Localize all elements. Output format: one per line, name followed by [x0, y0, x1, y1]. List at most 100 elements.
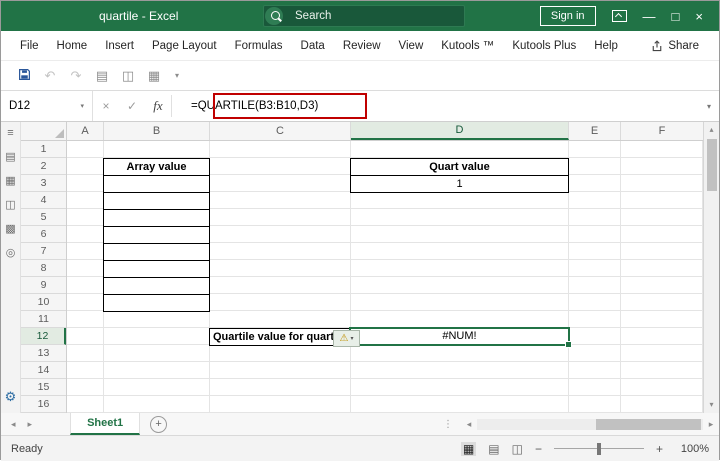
- normal-view-icon[interactable]: ▦: [460, 441, 477, 456]
- row-header[interactable]: 11: [21, 311, 66, 328]
- result-value: #NUM!: [442, 330, 477, 342]
- customize-qat-dropdown-icon[interactable]: ▾: [175, 71, 179, 80]
- tab-splitter-icon[interactable]: ⋮: [443, 419, 453, 430]
- row-header[interactable]: 5: [21, 209, 66, 226]
- vertical-scrollbar[interactable]: ▴ ▾: [703, 122, 719, 413]
- row-header[interactable]: 7: [21, 243, 66, 260]
- ribbon-tab[interactable]: Help: [585, 31, 627, 60]
- page-break-view-icon[interactable]: ◫: [512, 443, 523, 455]
- horizontal-scrollbar[interactable]: ⋮ ◂ ▸: [443, 413, 719, 435]
- name-box-dropdown-icon[interactable]: ▾: [80, 102, 84, 110]
- fill-handle[interactable]: [565, 341, 572, 348]
- sheet-tabs-bar: ◂ ▸ Sheet1 + ⋮ ◂ ▸: [1, 413, 719, 435]
- cancel-icon[interactable]: ×: [93, 91, 119, 121]
- column-header[interactable]: F: [621, 122, 703, 140]
- print-preview-icon[interactable]: ▤: [89, 68, 115, 84]
- undo-icon[interactable]: ↶: [37, 68, 63, 84]
- search-box[interactable]: Search: [263, 5, 465, 27]
- previous-sheet-icon[interactable]: ◂: [11, 419, 16, 430]
- zoom-slider-thumb[interactable]: [596, 442, 601, 455]
- horizontal-scroll-track[interactable]: [477, 418, 703, 430]
- restore-button[interactable]: □: [672, 10, 680, 23]
- scroll-up-icon[interactable]: ▴: [709, 122, 713, 138]
- array-value-table[interactable]: Array value: [103, 158, 210, 312]
- smart-tag-dropdown-icon[interactable]: ▾: [350, 336, 353, 342]
- name-box-value: D12: [9, 100, 31, 112]
- ribbon-tab[interactable]: File: [11, 31, 48, 60]
- ribbon-display-options-icon[interactable]: [611, 10, 627, 22]
- row-header[interactable]: 16: [21, 396, 66, 413]
- sheet-body[interactable]: 1 2 3 4 5 6 7 8 9 10 11 12 13 14 15 16 Array value Quar…: [21, 141, 703, 413]
- quart-value-table[interactable]: Quart value 1: [350, 158, 569, 193]
- redo-icon[interactable]: ↷: [63, 68, 89, 84]
- ribbon-tab[interactable]: Insert: [96, 31, 143, 60]
- zoom-slider[interactable]: [553, 442, 644, 455]
- scroll-down-icon[interactable]: ▾: [709, 397, 713, 413]
- zoom-out-icon[interactable]: −: [535, 443, 542, 455]
- select-all-corner[interactable]: [21, 122, 67, 141]
- insert-function-icon[interactable]: fx: [145, 91, 171, 121]
- row-header[interactable]: 3: [21, 175, 66, 192]
- zoom-in-icon[interactable]: +: [656, 443, 663, 455]
- pane-toggle-icon[interactable]: ≡: [7, 128, 13, 139]
- column-header[interactable]: B: [104, 122, 210, 140]
- selected-result-cell[interactable]: #NUM!: [349, 327, 572, 348]
- row-header[interactable]: 14: [21, 362, 66, 379]
- formula-input[interactable]: =QUARTILE(B3:B10,D3): [172, 91, 699, 121]
- excel-window: quartile - Excel Search Sign in — □ × Fi…: [0, 0, 720, 461]
- enter-icon[interactable]: ✓: [119, 91, 145, 121]
- save-button[interactable]: [11, 68, 37, 84]
- quartile-label-cell[interactable]: Quartile value for quart: [209, 328, 351, 346]
- kutools-pane-icon[interactable]: ▩: [5, 224, 15, 235]
- row-header[interactable]: 2: [21, 158, 66, 175]
- table-tool-icon[interactable]: ▦: [141, 68, 167, 84]
- row-header[interactable]: 1: [21, 141, 66, 158]
- page-layout-view-icon[interactable]: ▤: [488, 443, 499, 455]
- name-box[interactable]: D12 ▾: [1, 91, 93, 121]
- error-smart-tag[interactable]: ⚠ ▾: [333, 330, 360, 347]
- close-button[interactable]: ×: [695, 10, 703, 23]
- next-sheet-icon[interactable]: ▸: [28, 419, 33, 430]
- ribbon-tab[interactable]: View: [390, 31, 433, 60]
- kutools-pane-icon[interactable]: ▦: [5, 176, 15, 187]
- quart-value-header-cell[interactable]: Quart value: [351, 159, 568, 176]
- column-header[interactable]: A: [67, 122, 104, 140]
- ribbon-tab[interactable]: Formulas: [226, 31, 292, 60]
- new-sheet-button[interactable]: +: [150, 415, 168, 433]
- row-header[interactable]: 13: [21, 345, 66, 362]
- row-headers: 1 2 3 4 5 6 7 8 9 10 11 12 13 14 15 16: [21, 141, 67, 413]
- column-header[interactable]: E: [569, 122, 621, 140]
- quart-value-cell[interactable]: 1: [351, 176, 568, 192]
- ribbon-tab[interactable]: Home: [48, 31, 97, 60]
- quick-print-icon[interactable]: ◫: [115, 68, 141, 84]
- ribbon-tab[interactable]: Page Layout: [143, 31, 226, 60]
- expand-formula-bar-icon[interactable]: ▾: [699, 91, 719, 121]
- zoom-level[interactable]: 100%: [675, 443, 709, 455]
- row-header[interactable]: 12: [21, 328, 66, 345]
- row-header[interactable]: 4: [21, 192, 66, 209]
- column-header[interactable]: C: [210, 122, 351, 140]
- row-header[interactable]: 6: [21, 226, 66, 243]
- sheet-tab-sheet1[interactable]: Sheet1: [70, 413, 141, 435]
- settings-gear-icon[interactable]: ⚙: [5, 390, 17, 403]
- ribbon-tab[interactable]: Kutools Plus: [503, 31, 585, 60]
- row-header[interactable]: 9: [21, 277, 66, 294]
- horizontal-scroll-thumb[interactable]: [596, 418, 701, 430]
- array-value-header-cell[interactable]: Array value: [104, 159, 209, 175]
- ribbon-tab[interactable]: Kutools ™: [432, 31, 503, 60]
- share-button[interactable]: Share: [645, 39, 705, 53]
- kutools-pane-icon[interactable]: ▤: [5, 152, 15, 163]
- row-header[interactable]: 10: [21, 294, 66, 311]
- kutools-pane-icon[interactable]: ◎: [6, 248, 16, 259]
- vertical-scroll-thumb[interactable]: [706, 139, 717, 191]
- row-header[interactable]: 8: [21, 260, 66, 277]
- row-header[interactable]: 15: [21, 379, 66, 396]
- ribbon-tab[interactable]: Data: [292, 31, 334, 60]
- column-header[interactable]: D: [351, 122, 569, 140]
- kutools-pane-icon[interactable]: ◫: [5, 200, 15, 211]
- scroll-right-icon[interactable]: ▸: [703, 419, 719, 430]
- sign-in-button[interactable]: Sign in: [539, 6, 596, 26]
- scroll-left-icon[interactable]: ◂: [461, 419, 477, 430]
- ribbon-tab[interactable]: Review: [334, 31, 390, 60]
- minimize-button[interactable]: —: [643, 10, 656, 23]
